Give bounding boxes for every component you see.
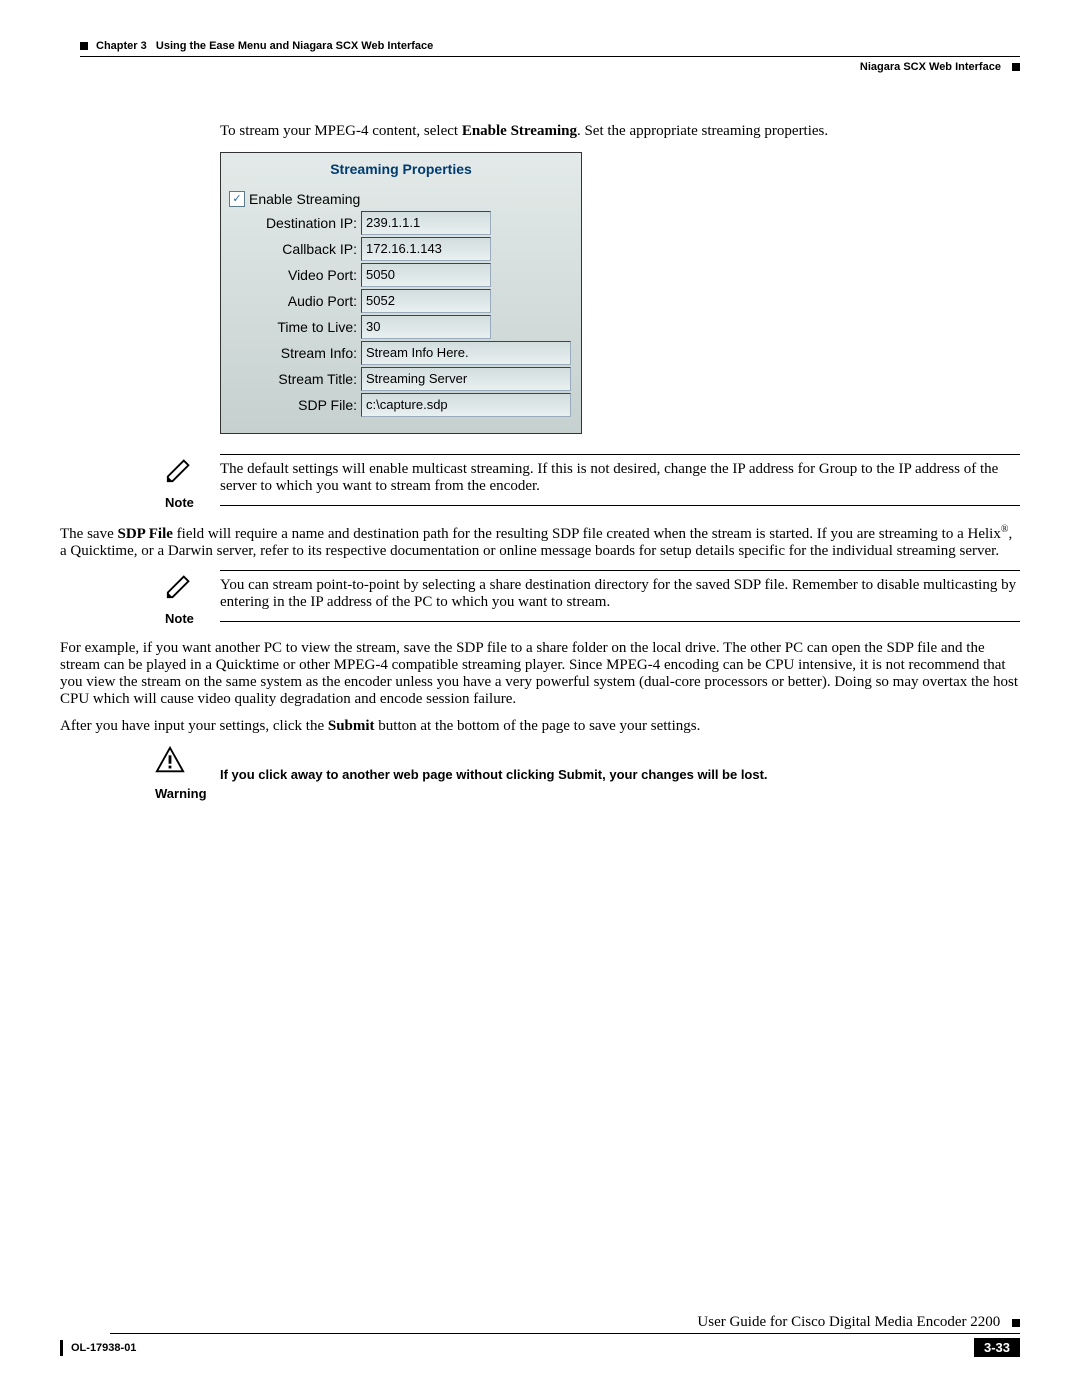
after-para-pre: After you have input your settings, clic… [60,718,328,734]
warning-label: Warning [155,780,207,801]
page-number-badge: 3-33 [974,1338,1020,1357]
intro-text-bold: Enable Streaming [462,123,577,139]
sdp-file-input[interactable]: c:\capture.sdp [361,393,571,417]
audio-port-input[interactable]: 5052 [361,289,491,313]
destination-ip-input[interactable]: 239.1.1.1 [361,211,491,235]
audio-port-label: Audio Port: [229,293,361,309]
stream-info-input[interactable]: Stream Info Here. [361,341,571,365]
video-port-label: Video Port: [229,267,361,283]
chapter-header: Chapter 3 Using the Ease Menu and Niagar… [80,40,1020,52]
sdp-para-bold: SDP File [117,526,172,542]
intro-text-post: . Set the appropriate streaming properti… [577,123,828,139]
note-2-body: You can stream point-to-point by selecti… [220,577,1016,610]
footer-guide-title: User Guide for Cisco Digital Media Encod… [697,1314,1000,1330]
enable-streaming-label: Enable Streaming [249,191,360,207]
streaming-properties-title: Streaming Properties [221,153,581,187]
header-bullet-icon [80,42,88,50]
destination-ip-label: Destination IP: [229,215,361,231]
example-paragraph: For example, if you want another PC to v… [60,640,1020,708]
ttl-input[interactable]: 30 [361,315,491,339]
note-2-text: You can stream point-to-point by selecti… [220,570,1020,622]
header-bullet-icon [1012,63,1020,71]
streaming-properties-panel: Streaming Properties ✓ Enable Streaming … [220,152,582,434]
after-para-bold: Submit [328,718,375,734]
stream-title-input[interactable]: Streaming Server [361,367,571,391]
note-1-body: The default settings will enable multica… [220,461,998,494]
after-paragraph: After you have input your settings, clic… [60,718,1020,735]
after-para-post: button at the bottom of the page to save… [375,718,701,734]
page-footer: User Guide for Cisco Digital Media Encod… [60,1314,1020,1357]
footer-doc-id: OL-17938-01 [71,1342,136,1354]
footer-bullet-icon [1012,1319,1020,1327]
warning-body: If you click away to another web page wi… [220,767,768,782]
note-1-text: The default settings will enable multica… [220,454,1020,506]
warning-text: If you click away to another web page wi… [220,745,1020,784]
section-title: Niagara SCX Web Interface [860,61,1001,73]
sdp-file-label: SDP File: [229,397,361,413]
note-pencil-icon [165,472,195,488]
note-label: Note [165,605,194,626]
enable-streaming-checkbox[interactable]: ✓ [229,191,245,207]
callback-ip-label: Callback IP: [229,241,361,257]
callback-ip-input[interactable]: 172.16.1.143 [361,237,491,261]
chapter-label: Chapter 3 [96,40,147,52]
stream-info-label: Stream Info: [229,345,361,361]
note-pencil-icon [165,588,195,604]
chapter-title: Using the Ease Menu and Niagara SCX Web … [156,40,433,52]
sdp-paragraph: The save SDP File field will require a n… [60,524,1020,560]
intro-paragraph: To stream your MPEG-4 content, select En… [220,123,1020,140]
footer-bar-icon [60,1340,63,1356]
warning-triangle-icon [155,763,185,779]
video-port-input[interactable]: 5050 [361,263,491,287]
sdp-para-post: field will require a name and destinatio… [173,526,1001,542]
note-label: Note [165,489,194,510]
ttl-label: Time to Live: [229,319,361,335]
stream-title-label: Stream Title: [229,371,361,387]
section-header: Niagara SCX Web Interface [80,56,1020,73]
sdp-para-pre: The save [60,526,117,542]
intro-text-pre: To stream your MPEG-4 content, select [220,123,462,139]
